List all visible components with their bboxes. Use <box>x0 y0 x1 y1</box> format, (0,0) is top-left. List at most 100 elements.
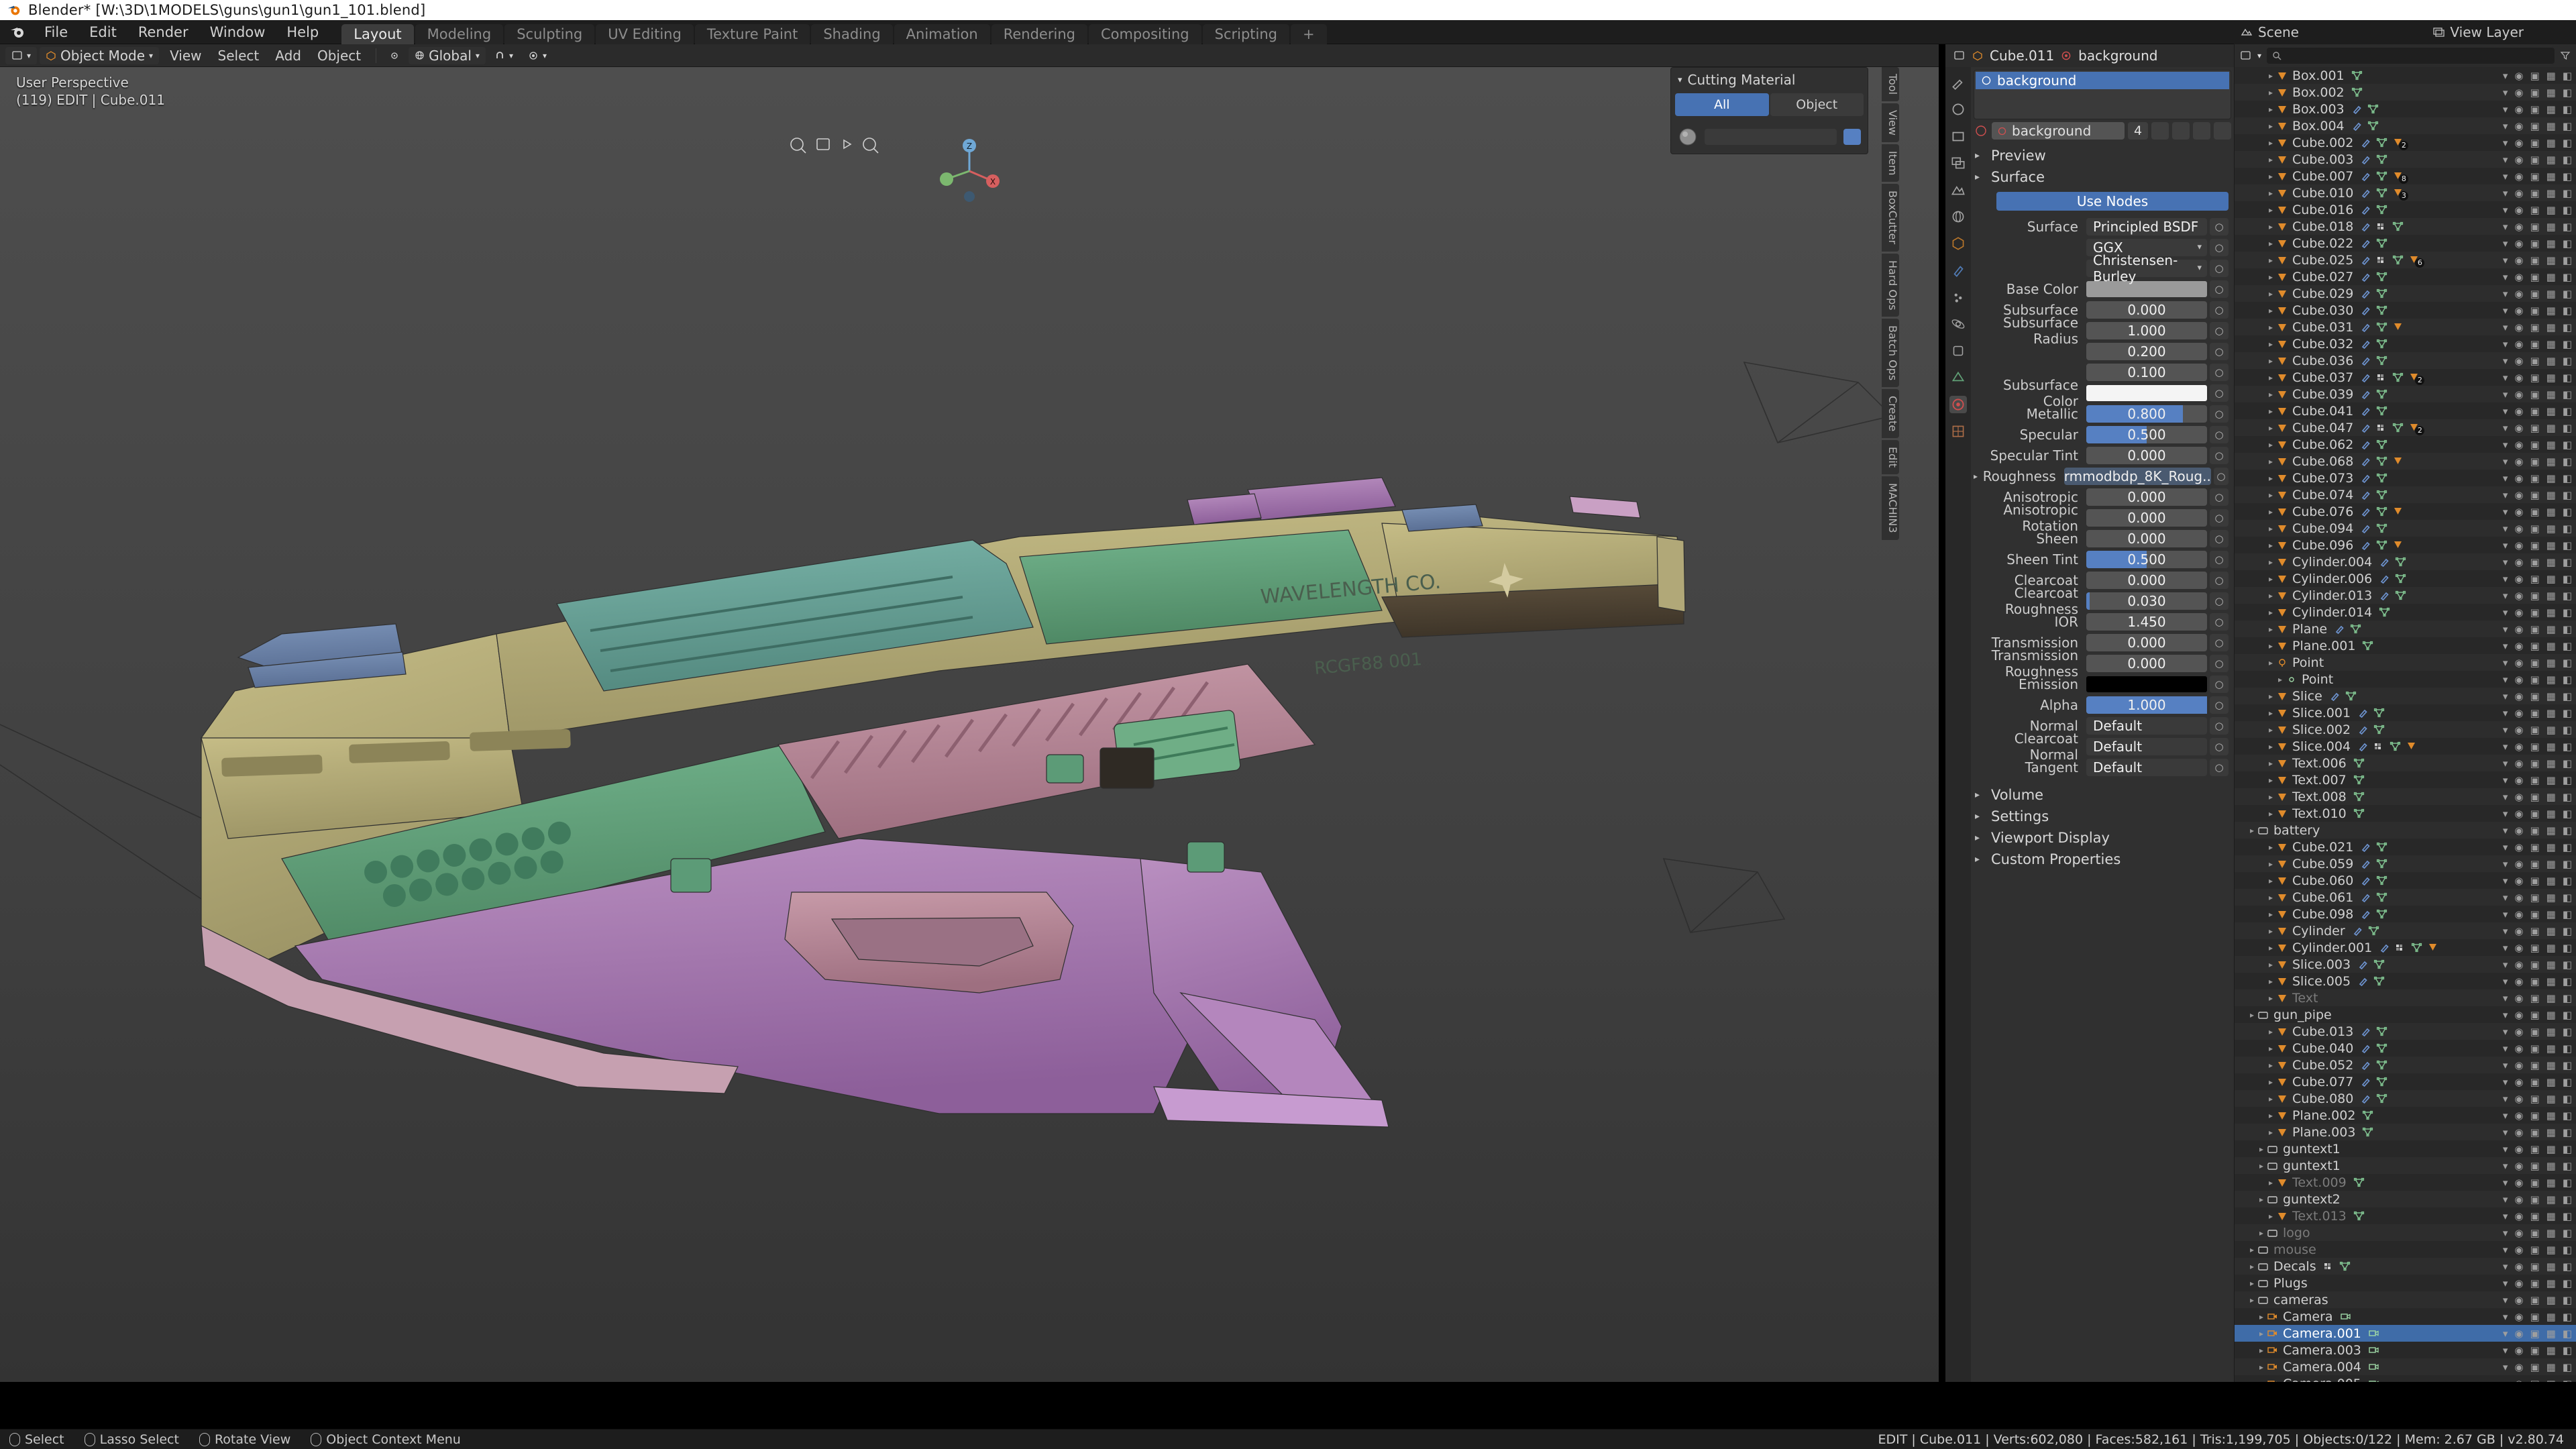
outliner-toggle-icon[interactable]: ◉ <box>2514 741 2523 753</box>
outliner-toggle-icon[interactable]: ◧ <box>2563 1110 2572 1122</box>
outliner-icon-wrapper[interactable] <box>2357 708 2369 718</box>
outliner-toggle-icon[interactable]: ▾ <box>2503 237 2508 250</box>
browse-material-icon[interactable] <box>1974 123 1988 138</box>
outliner-icon-wrapper[interactable] <box>2323 1261 2334 1271</box>
outliner-icon-wrapper[interactable] <box>2395 943 2406 953</box>
material-tab-icon[interactable] <box>1949 396 1967 413</box>
outliner-toggle-icon[interactable]: ◧ <box>2563 1042 2572 1055</box>
outliner-toggle-icon[interactable]: ▦ <box>2546 305 2556 317</box>
outliner-toggle-icon[interactable]: ◧ <box>2563 1210 2572 1222</box>
outliner-icon-wrapper[interactable] <box>2351 70 2363 80</box>
outliner-toggle-icon[interactable]: ▦ <box>2546 992 2556 1004</box>
outliner-toggle-icon[interactable]: ▣ <box>2530 1361 2539 1373</box>
outliner-toggle-icon[interactable]: ◉ <box>2514 1009 2523 1021</box>
outliner-toggle-icon[interactable]: ◉ <box>2514 757 2523 769</box>
outliner-toggle-icon[interactable]: ◉ <box>2514 824 2523 837</box>
3d-viewport[interactable]: WAVELENGTH CO. RCGF88 001 User Perspecti… <box>0 67 1939 1382</box>
outliner-toggle-icon[interactable]: ▦ <box>2546 187 2556 199</box>
outliner-row[interactable]: ▸ Slice.001 ▾ ◉ ▣ ▦ ◧ <box>2235 704 2576 721</box>
outliner-toggle-icon[interactable]: ▣ <box>2530 1126 2539 1138</box>
outliner-icon-wrapper[interactable] <box>2360 389 2371 399</box>
editor-type-selector[interactable]: ▾ <box>5 46 38 64</box>
outliner-icon-wrapper[interactable]: 6 <box>2408 255 2425 268</box>
outliner-toggle-icon[interactable]: ◉ <box>2514 305 2523 317</box>
disclosure-triangle-icon[interactable]: ▸ <box>2265 708 2276 718</box>
outliner-toggle-icon[interactable]: ▾ <box>2503 254 2508 266</box>
outliner-row[interactable]: ▸ Cube.096 ▾ ◉ ▣ ▦ ◧ <box>2235 537 2576 553</box>
outliner-toggle-icon[interactable]: ◉ <box>2514 875 2523 887</box>
outliner-toggle-icon[interactable]: ◧ <box>2563 254 2572 266</box>
outliner-toggle-icon[interactable]: ▣ <box>2530 237 2539 250</box>
outliner-toggle-icon[interactable]: ◧ <box>2563 1093 2572 1105</box>
outliner-toggle-icon[interactable]: ▣ <box>2530 204 2539 216</box>
outliner-toggle-icon[interactable]: ◉ <box>2514 1244 2523 1256</box>
disclosure-triangle-icon[interactable]: ▸ <box>2265 339 2276 349</box>
disclosure-triangle-icon[interactable]: ▸ <box>2265 138 2276 148</box>
outliner-toggle-icon[interactable]: ◉ <box>2514 70 2523 82</box>
outliner-row[interactable]: ▸ Text.013 ▾ ◉ ▣ ▦ ◧ <box>2235 1208 2576 1224</box>
outliner-icon-wrapper[interactable] <box>2360 372 2371 382</box>
disclosure-triangle-icon[interactable]: ▸ <box>2265 625 2276 634</box>
outliner-row[interactable]: ▸ Cube.077 ▾ ◉ ▣ ▦ ◧ <box>2235 1073 2576 1090</box>
outliner-toggle-icon[interactable]: ◧ <box>2563 623 2572 635</box>
cutting-material-panel[interactable]: ▾ Cutting Material All Object <box>1670 67 1868 154</box>
outliner-toggle-icon[interactable]: ◧ <box>2563 1227 2572 1239</box>
outliner-toggle-icon[interactable]: ▾ <box>2503 439 2508 451</box>
workspace-tab-uv-editing[interactable]: UV Editing <box>596 23 694 44</box>
outliner-toggle-icon[interactable]: ▣ <box>2530 187 2539 199</box>
outliner-toggle-icon[interactable]: ▦ <box>2546 724 2556 736</box>
outliner-icon-wrapper[interactable] <box>2360 1060 2371 1070</box>
disclosure-triangle-icon[interactable]: ▸ <box>2265 289 2276 299</box>
outliner-row[interactable]: ▸ Text.008 ▾ ◉ ▣ ▦ ◧ <box>2235 788 2576 805</box>
outliner-toggle-icon[interactable]: ▦ <box>2546 170 2556 182</box>
editor-type-icon-outliner[interactable] <box>2240 50 2252 62</box>
outliner-toggle-icon[interactable]: ▣ <box>2530 1328 2539 1340</box>
outliner-toggle-icon[interactable]: ▾ <box>2503 288 2508 300</box>
disclosure-triangle-icon[interactable]: ▸ <box>2265 256 2276 265</box>
outliner-icon-wrapper[interactable] <box>2392 322 2404 332</box>
outliner-toggle-icon[interactable]: ▦ <box>2546 875 2556 887</box>
viewport-tab-machin3[interactable]: MACHIN3 <box>1882 476 1899 540</box>
animate-property-button[interactable]: ○ <box>2210 321 2229 339</box>
outliner-icon-wrapper[interactable] <box>2357 724 2369 735</box>
outliner-toggle-icon[interactable]: ◉ <box>2514 841 2523 853</box>
outliner-toggle-icon[interactable]: ▾ <box>2503 808 2508 820</box>
outliner-toggle-icon[interactable]: ◉ <box>2514 623 2523 635</box>
disclosure-triangle-icon[interactable]: ▸ <box>2265 524 2276 533</box>
outliner-toggle-icon[interactable]: ▣ <box>2530 657 2539 669</box>
outliner-toggle-icon[interactable]: ◧ <box>2563 170 2572 182</box>
outliner-toggle-icon[interactable]: ▣ <box>2530 305 2539 317</box>
outliner-toggle-icon[interactable]: ◉ <box>2514 388 2523 400</box>
outliner-toggle-icon[interactable]: ▾ <box>2503 204 2508 216</box>
outliner-icon-wrapper[interactable] <box>2376 892 2387 902</box>
outliner-toggle-icon[interactable]: ▦ <box>2546 925 2556 937</box>
outliner-toggle-icon[interactable]: ◧ <box>2563 992 2572 1004</box>
outliner-icon-wrapper[interactable] <box>2360 221 2371 231</box>
properties-section-settings[interactable]: ▸ Settings <box>1971 806 2234 827</box>
outliner-toggle-icon[interactable]: ▦ <box>2546 1244 2556 1256</box>
outliner-toggle-icon[interactable]: ▦ <box>2546 690 2556 702</box>
outliner-toggle-icon[interactable]: ▣ <box>2530 170 2539 182</box>
outliner-toggle-icon[interactable]: ▦ <box>2546 321 2556 333</box>
outliner-icon-wrapper[interactable]: 8 <box>2392 171 2409 184</box>
outliner-row[interactable]: ▸ gun_pipe ▾ ◉ ▣ ▦ ◧ <box>2235 1006 2576 1023</box>
outliner-toggle-icon[interactable]: ▦ <box>2546 1110 2556 1122</box>
outliner-toggle-icon[interactable]: ▣ <box>2530 774 2539 786</box>
outliner-toggle-icon[interactable]: ▣ <box>2530 707 2539 719</box>
outliner-icon-wrapper[interactable] <box>2376 238 2387 248</box>
property-value-field[interactable]: 0.000 <box>2086 488 2207 506</box>
outliner-toggle-icon[interactable]: ▦ <box>2546 221 2556 233</box>
outliner-toggle-icon[interactable]: ▣ <box>2530 288 2539 300</box>
outliner-toggle-icon[interactable]: ◧ <box>2563 305 2572 317</box>
outliner-toggle-icon[interactable]: ▾ <box>2503 908 2508 920</box>
outliner-toggle-icon[interactable]: ▦ <box>2546 1093 2556 1105</box>
outliner-editor[interactable]: ▾ ▸ Box.001 ▾ ◉ ▣ ▦ ◧ ▸ Box.002 ▾ ◉ ▣ ▦ ◧ ▸ Box.003 ▾ ◉ ▣ ▦… <box>2234 44 2576 1382</box>
disclosure-triangle-icon[interactable]: ▸ <box>2265 557 2276 567</box>
outliner-toggle-icon[interactable]: ▣ <box>2530 858 2539 870</box>
disclosure-triangle-icon[interactable]: ▸ <box>2256 1161 2267 1171</box>
disclosure-triangle-icon[interactable]: ▸ <box>2265 843 2276 852</box>
copy-material-button[interactable] <box>2172 122 2190 140</box>
outliner-row[interactable]: ▸ Box.002 ▾ ◉ ▣ ▦ ◧ <box>2235 84 2576 101</box>
disclosure-triangle-icon[interactable]: ▸ <box>2265 1044 2276 1053</box>
outliner-toggle-icon[interactable]: ▣ <box>2530 1294 2539 1306</box>
